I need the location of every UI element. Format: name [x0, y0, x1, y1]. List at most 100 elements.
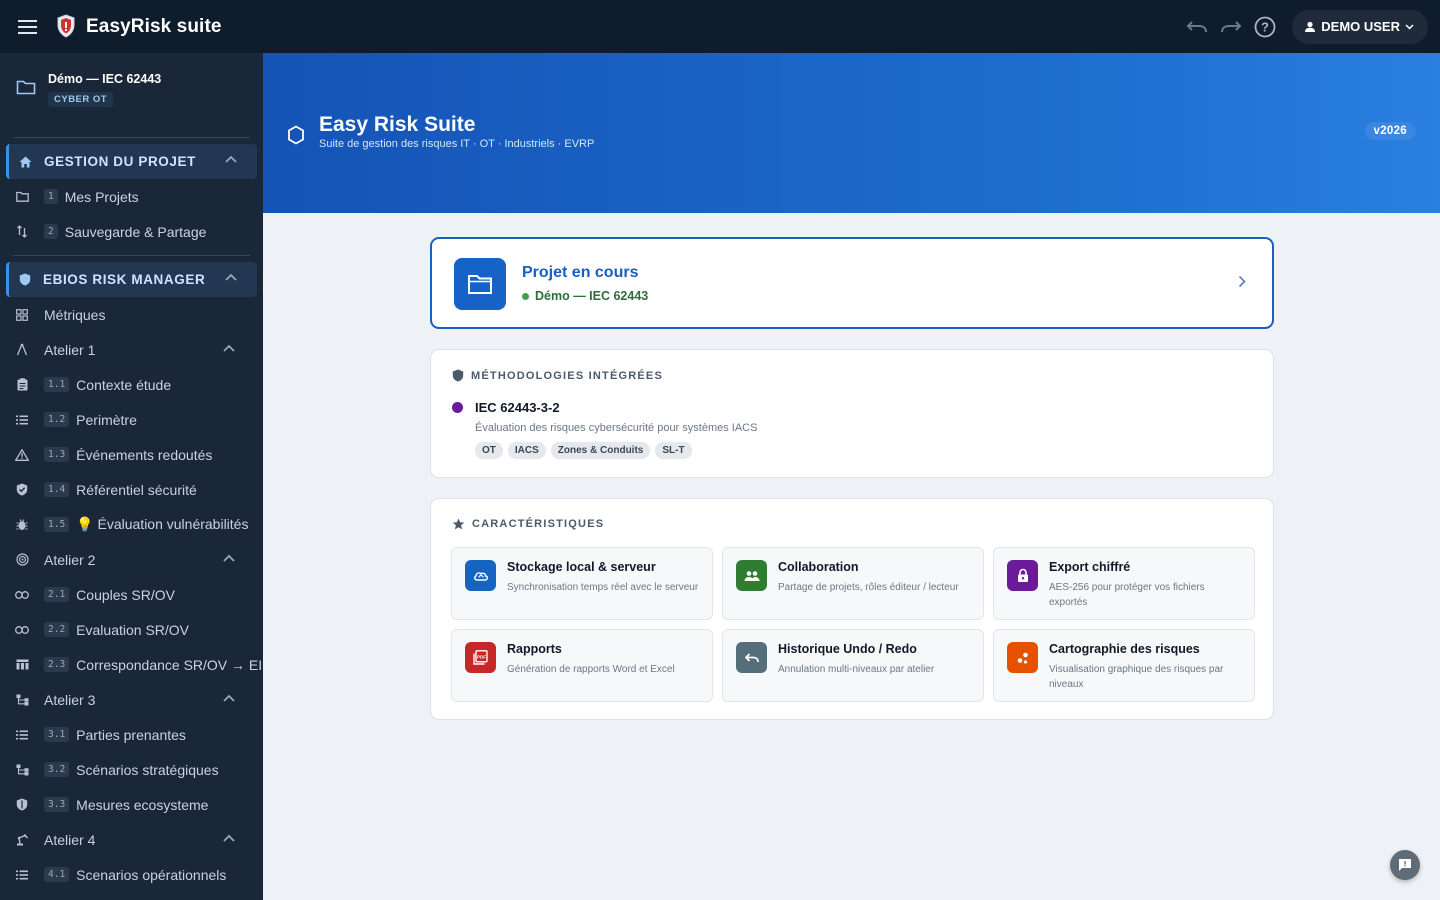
feature-description: Génération de rapports Word et Excel — [507, 664, 675, 675]
chevron-up-icon — [223, 834, 235, 842]
sidebar-item-correspondance-sr-ov[interactable]: 2.3 Correspondance SR/OV → EI — [0, 647, 263, 682]
link-icon — [15, 623, 29, 637]
menu-icon — [18, 19, 37, 34]
person-icon — [1305, 21, 1316, 32]
item-label: Scénarios stratégiques — [76, 761, 219, 778]
feature-title: Stockage local & serveur — [507, 560, 656, 574]
sidebar-divider — [13, 255, 250, 256]
sidebar-project-header[interactable]: Démo — IEC 62443 CYBER OT — [0, 53, 263, 125]
sidebar-item-scenarios-strategiques[interactable]: 3.2 Scénarios stratégiques — [0, 752, 263, 787]
chevron-right-icon — [1238, 275, 1246, 288]
item-label: Mesures ecosysteme — [76, 796, 209, 813]
sidebar-item-evenements-redoutes[interactable]: 1.3 Événements redoutés — [0, 437, 263, 472]
sidebar-item-mesures-ecosysteme[interactable]: 3.3 Mesures ecosysteme — [0, 787, 263, 822]
current-project-title: Projet en cours — [522, 264, 639, 281]
sidebar-item-contexte-etude[interactable]: 1.1 Contexte étude — [0, 367, 263, 402]
link-icon — [15, 588, 29, 602]
hero-title: Easy Risk Suite — [319, 113, 476, 136]
item-label: Correspondance SR/OV → EI — [76, 656, 263, 673]
section-ebios-risk-manager[interactable]: EBIOS RISK MANAGER — [6, 262, 257, 297]
item-number: 1.2 — [44, 412, 70, 427]
item-label: Mes Projets — [64, 188, 139, 205]
sidebar-item-couples-sr-ov[interactable]: 2.1 Couples SR/OV — [0, 577, 263, 612]
project-folder-icon-box — [454, 258, 506, 310]
home-icon — [19, 156, 32, 167]
current-project-card[interactable]: Projet en cours Démo — IEC 62443 — [430, 237, 1274, 329]
pdf-icon: PDF — [473, 650, 488, 665]
list-icon — [15, 413, 29, 427]
shield-icon — [15, 798, 29, 812]
sidebar-item-atelier-2[interactable]: Atelier 2 — [0, 542, 263, 577]
chevron-up-icon — [223, 344, 235, 352]
feature-collaboration: Collaboration Partage de projets, rôles … — [722, 547, 984, 620]
item-label: Atelier 3 — [44, 691, 96, 708]
item-number: 2.2 — [44, 622, 70, 637]
status-dot — [522, 292, 529, 300]
methodology-color-dot — [452, 402, 463, 413]
scatter-icon — [1017, 652, 1028, 664]
feature-title: Cartographie des risques — [1049, 642, 1200, 656]
item-number: 1.3 — [44, 447, 70, 462]
item-number: 3.3 — [44, 797, 70, 812]
item-number: 3.1 — [44, 727, 70, 742]
methodology-tags: OT IACS Zones & Conduits SL-T — [475, 442, 692, 459]
redo-button[interactable] — [1214, 10, 1248, 44]
feature-icon-box: PDF — [465, 642, 496, 673]
sidebar-item-sauvegarde-partage[interactable]: 2 Sauvegarde & Partage — [0, 214, 263, 249]
sidebar-item-atelier-1[interactable]: Atelier 1 — [0, 332, 263, 367]
sidebar-item-atelier-3[interactable]: Atelier 3 — [0, 682, 263, 717]
item-label: Atelier 1 — [44, 341, 96, 358]
item-number: 4.1 — [44, 867, 70, 882]
item-label: Parties prenantes — [76, 726, 186, 743]
features-heading-text: CARACTÉRISTIQUES — [472, 518, 605, 530]
methodology-description: Évaluation des risques cybersécurité pou… — [475, 422, 758, 434]
app-logo — [56, 13, 78, 40]
item-label: Perimètre — [76, 411, 137, 428]
sidebar-item-scenarios-operationnels[interactable]: 4.1 Scenarios opérationnels — [0, 857, 263, 892]
sidebar-item-atelier-4[interactable]: Atelier 4 — [0, 822, 263, 857]
item-label: Scenarios opérationnels — [76, 866, 227, 883]
table-icon — [15, 658, 29, 672]
item-label: Contexte étude — [76, 376, 172, 393]
feature-description: Visualisation graphique des risques par … — [1049, 664, 1224, 690]
help-icon: ? — [1254, 16, 1276, 37]
current-project-name-text: Démo — IEC 62443 — [535, 289, 649, 303]
shield-icon — [19, 273, 31, 286]
top-app-bar: EasyRisk suite ? DEMO USER — [0, 0, 1440, 53]
section-label: EBIOS RISK MANAGER — [43, 272, 206, 287]
sidebar-item-perimetre[interactable]: 1.2 Perimètre — [0, 402, 263, 437]
item-number: 1.4 — [44, 482, 70, 497]
help-button[interactable]: ? — [1248, 10, 1282, 44]
sidebar-item-evaluation-vulnerabilites[interactable]: 1.5 💡 Évaluation vulnérabilités — [0, 507, 263, 542]
feature-title: Historique Undo / Redo — [778, 642, 917, 656]
star-icon — [452, 518, 465, 530]
feature-icon-box — [736, 560, 767, 591]
item-number: 2 — [44, 224, 58, 239]
clipboard-icon — [15, 378, 29, 392]
item-label: Atelier 2 — [44, 551, 96, 568]
app-title: EasyRisk suite — [86, 15, 222, 37]
sidebar-divider — [13, 137, 250, 138]
svg-text:PDF: PDF — [477, 655, 486, 660]
feature-rapports: PDF Rapports Génération de rapports Word… — [451, 629, 713, 702]
feature-description: Annulation multi-niveaux par atelier — [778, 664, 935, 675]
user-menu-button[interactable]: DEMO USER — [1292, 9, 1428, 44]
sidebar-item-evaluation-sr-ov[interactable]: 2.2 Evaluation SR/OV — [0, 612, 263, 647]
sidebar-item-mes-projets[interactable]: 1 Mes Projets — [0, 179, 263, 214]
sidebar-project-badge: CYBER OT — [48, 91, 114, 107]
item-number: 1.5 — [44, 517, 70, 532]
menu-button[interactable] — [0, 0, 56, 53]
item-label: Référentiel sécurité — [76, 481, 197, 498]
feedback-button[interactable] — [1390, 850, 1420, 880]
svg-text:?: ? — [1261, 19, 1269, 34]
tag-chip: IACS — [507, 442, 546, 459]
sidebar-item-referentiel-securite[interactable]: 1.4 Référentiel sécurité — [0, 472, 263, 507]
sidebar-item-parties-prenantes[interactable]: 3.1 Parties prenantes — [0, 717, 263, 752]
undo-button[interactable] — [1180, 10, 1214, 44]
item-label: Atelier 4 — [44, 831, 96, 848]
section-gestion-du-projet[interactable]: GESTION DU PROJET — [6, 144, 257, 179]
sidebar-project-name: Démo — IEC 62443 — [48, 71, 162, 86]
sidebar-item-metriques[interactable]: Métriques — [0, 297, 263, 332]
feature-description: Synchronisation temps réel avec le serve… — [507, 582, 699, 593]
shield-icon — [452, 369, 464, 382]
